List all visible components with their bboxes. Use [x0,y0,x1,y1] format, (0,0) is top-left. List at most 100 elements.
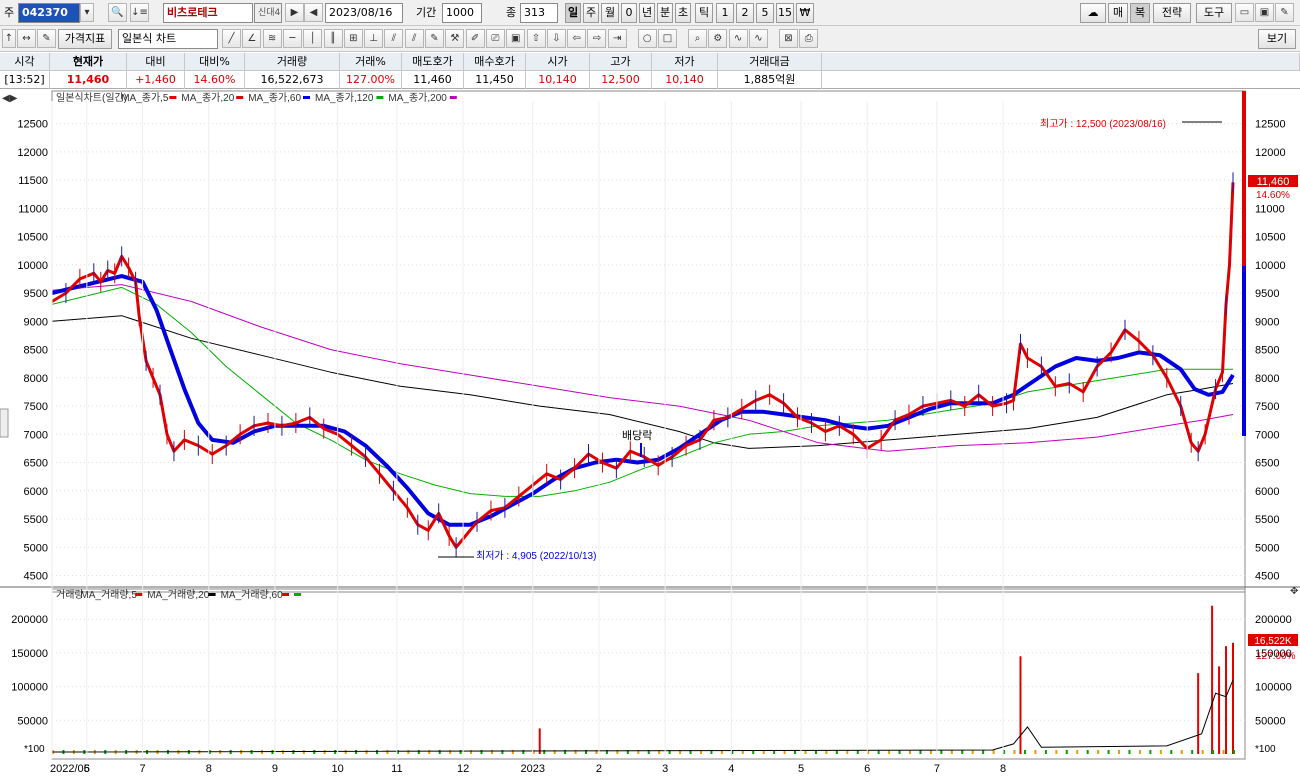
sort-icon[interactable]: ↓≡ [130,3,149,22]
interval-button-7[interactable]: 틱 [695,3,713,23]
interval-button-11[interactable]: 15 [776,3,794,23]
volume-base-bar [1013,750,1016,754]
price-tick-left: 10000 [17,260,48,272]
wave-icon[interactable]: ∿ [728,29,748,48]
folder-open-icon[interactable]: ▭ [1235,3,1254,22]
rectangle-icon[interactable]: □ [658,29,677,48]
volume-legend-item: MA_거래량,60 [221,589,284,601]
interval-button-0[interactable]: 일 [565,3,581,23]
volume-legend-item: MA_거래량,20 [147,589,210,601]
next-arrow-icon[interactable]: ▶ [285,3,304,22]
search-icon[interactable]: 🔍 [108,3,127,22]
volume-base-bar [1034,750,1037,754]
stand-icon[interactable]: ⊥ [364,29,384,48]
volume-base-bar [365,750,368,754]
stock-name-field[interactable]: 비츠로테크 [163,3,253,23]
quote-header-filler [822,53,1300,71]
price-tick-right: 7500 [1255,401,1279,413]
buy-button[interactable]: 매 [1108,3,1128,23]
up-arrow-tool-icon[interactable]: ⇧ [526,29,546,48]
high-price-note: 최고가 : 12,500 (2023/08/16) [1040,118,1166,130]
tools-button[interactable]: 도구 [1196,3,1232,23]
multi-vline-icon[interactable]: ║ [323,29,343,48]
left-panel-handle[interactable] [0,408,9,438]
x-tick-label: 8 [206,763,212,775]
eraser-icon[interactable]: ✐ [465,29,485,48]
date-field[interactable]: 2023/08/16 [325,3,403,23]
interval-button-3[interactable]: 0 [621,3,637,23]
volume-base-bar [1023,750,1026,754]
interval-button-1[interactable]: 주 [583,3,599,23]
view-button[interactable]: 보기 [1258,29,1296,49]
cloud-icon[interactable]: ☁ [1080,3,1106,23]
strategy-button[interactable]: 전략 [1153,3,1191,23]
interval-button-8[interactable]: 1 [716,3,734,23]
price-legend-item: MA_종가,5 [121,92,169,104]
quote-header-11: 거래대금 [718,53,822,71]
price-legend-swatch [449,96,457,99]
volume-base-bar [1097,750,1100,754]
save-icon[interactable]: ▣ [1255,3,1274,22]
print-icon[interactable]: ⎙ [799,29,819,48]
interval-button-2[interactable]: 월 [601,3,619,23]
price-tick-right: 10000 [1255,260,1286,272]
angle-icon[interactable]: ∠ [242,29,262,48]
count-input[interactable]: 313 [520,3,558,23]
quote-header-4: 거래량 [245,53,340,71]
vertical-line-icon[interactable]: │ [303,29,323,48]
volume-base-bar [1128,750,1131,754]
circle-icon[interactable]: ○ [637,29,657,48]
interval-button-10[interactable]: 5 [756,3,774,23]
price-legend-item: MA_종가,20 [181,92,234,104]
quote-header-6: 매도호가 [402,53,464,71]
expand-icon[interactable]: ↔ [17,29,36,48]
edit-icon[interactable]: ✎ [37,29,56,48]
up-arrow-icon[interactable]: ↑ [2,29,16,48]
settings-wrench-icon[interactable]: ✎ [1275,3,1294,22]
zoom-icon[interactable]: ⌕ [688,29,707,48]
close-box-icon[interactable]: ⊠ [778,29,798,48]
stock-code-input[interactable]: 042370 [18,3,80,23]
down-arrow-tool-icon[interactable]: ⇩ [546,29,566,48]
quote-value-3: 14.60% [185,71,245,89]
pencil-icon[interactable]: ✎ [425,29,444,48]
period-input[interactable]: 1000 [442,3,482,23]
quote-bar: 시각 [13:52] 현재가 11,460 대비 +1,460 대비% 14.60% 거래량 16… [0,53,1300,89]
quote-header-1: 현재가 [50,53,127,71]
interval-button-12[interactable]: ₩ [796,3,814,23]
price-indicator-button[interactable]: 가격지표 [58,29,112,49]
price-tick-right: 12000 [1255,147,1286,159]
volume-base-bar [1118,750,1121,754]
config-icon[interactable]: ⚙ [708,29,728,48]
end-icon[interactable]: ⇥ [607,29,627,48]
volume-tick-left: 200000 [11,614,48,626]
parallel-icon[interactable]: ⫽ [384,29,404,48]
x-tick-label: 11 [391,763,402,775]
interval-button-6[interactable]: 초 [675,3,691,23]
channel-icon[interactable]: ⫽ [404,29,424,48]
stock-chart[interactable]: 4500 45005000 50005500 55006000 60006500 6500… [0,89,1300,776]
trend-line-icon[interactable]: ╱ [222,29,241,48]
interval-button-5[interactable]: 분 [657,3,673,23]
grid-icon[interactable]: ⊞ [343,29,363,48]
fan-icon[interactable]: ≋ [262,29,282,48]
right-arrow-tool-icon[interactable]: ⇨ [587,29,607,48]
wave2-icon[interactable]: ∿ [748,29,768,48]
left-arrow-tool-icon[interactable]: ⇦ [567,29,587,48]
code-dropdown-icon[interactable]: ▾ [80,3,94,22]
chart-type-select[interactable]: 일본식 차트 [118,29,218,49]
price-tick-right: 10500 [1255,232,1286,244]
horizontal-line-icon[interactable]: ─ [282,29,302,48]
price-tick-right: 9500 [1255,288,1279,300]
prev-arrow-icon[interactable]: ◀ [304,3,323,22]
copy-icon[interactable]: ▣ [506,29,526,48]
quote-header-9: 고가 [590,53,652,71]
interval-button-9[interactable]: 2 [736,3,754,23]
price-tick-left: 9000 [24,316,48,328]
multi-button[interactable]: 복 [1130,3,1150,23]
volume-base-bar [449,750,452,754]
fill-icon[interactable]: ⎚ [485,29,505,48]
tool-icon[interactable]: ⚒ [445,29,465,48]
volume-base-bar [323,750,326,754]
interval-button-4[interactable]: 년 [639,3,655,23]
